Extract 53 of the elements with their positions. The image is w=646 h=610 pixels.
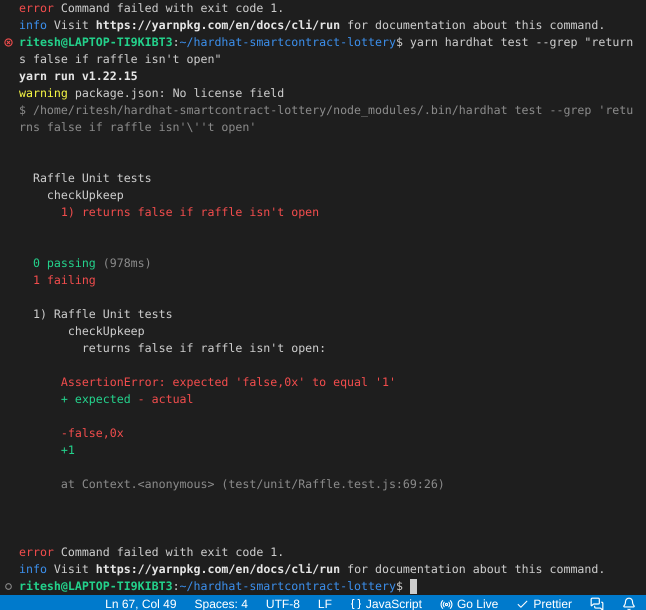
terminal-text: (978ms) [102, 256, 152, 270]
terminal-text: + expected [60, 392, 132, 406]
status-item[interactable]: LF [312, 595, 338, 610]
terminal-text: info [19, 562, 47, 576]
circle-icon[interactable] [5, 583, 12, 590]
feedback-icon[interactable] [590, 597, 604, 610]
terminal-text: $ /home/ritesh/hardhat-smartcontract-lottery/node_modules/.bin/hardhat test --grep 'retu [19, 103, 634, 117]
terminal-text: 0 passing [32, 256, 96, 270]
terminal-text: ritesh@LAPTOP-TI9KIBT3 [19, 579, 173, 593]
terminal-text: error [19, 545, 54, 559]
terminal-text: https://yarnpkg.com/en/docs/cli/run [96, 562, 340, 576]
prettier-status[interactable]: Prettier [510, 595, 578, 610]
terminal-text: Command failed with exit code 1. [60, 1, 284, 15]
terminal-text: Raffle Unit tests [32, 171, 152, 185]
terminal-text: Command failed with exit code 1. [60, 545, 284, 559]
terminal-text: warning [19, 86, 68, 100]
check-icon [516, 598, 530, 610]
terminal-text: 1) returns false if raffle isn't open [60, 205, 320, 219]
terminal-text: error [19, 1, 54, 15]
terminal-text: returns false if raffle isn't open: [80, 341, 326, 355]
go-live-status[interactable]: Go Live [434, 595, 504, 610]
terminal-text: : [172, 35, 180, 49]
terminal-text: info [19, 18, 47, 32]
terminal-text: package.json: No license field [74, 86, 284, 100]
terminal-text: checkUpkeep [46, 188, 124, 202]
terminal-text: +1 [60, 443, 75, 457]
terminal-text: ~/hardhat-smartcontract-lottery [180, 35, 396, 49]
terminal-text: ritesh@LAPTOP-TI9KIBT3 [19, 35, 173, 49]
broadcast-icon [440, 598, 453, 610]
terminal-text: checkUpkeep [66, 324, 145, 338]
terminal-text: $ [396, 579, 404, 593]
terminal-text: : [172, 579, 180, 593]
terminal-text: -false,0x [60, 426, 124, 440]
terminal-text: for documentation about this command. [346, 18, 606, 32]
error-circle-icon[interactable] [4, 38, 13, 47]
terminal-text: rns false if raffle isn'\''t open' [19, 120, 256, 134]
terminal-text: ~/hardhat-smartcontract-lottery [180, 579, 396, 593]
terminal-text: for documentation about this command. [346, 562, 606, 576]
terminal-text: AssertionError: expected 'false,0x' to equal '1' [60, 375, 396, 389]
terminal-text: 1 failing [32, 273, 96, 287]
status-item[interactable]: UTF-8 [260, 595, 306, 610]
terminal-text: - actual [138, 392, 194, 406]
notifications-icon[interactable] [622, 597, 636, 610]
status-item[interactable]: Ln 67, Col 49 [99, 595, 183, 610]
terminal-text: Visit [52, 562, 90, 576]
braces-icon [350, 598, 362, 610]
terminal-text: at Context.<anonymous> (test/unit/Raffle.test.js:69:26) [60, 477, 445, 491]
terminal-text: yarn run v1.22.15 [19, 69, 138, 83]
terminal-text: s false if raffle isn't open" [19, 52, 222, 66]
terminal-text: $ yarn hardhat test --grep "return [396, 35, 634, 49]
terminal-text: Visit [52, 18, 90, 32]
terminal-text: https://yarnpkg.com/en/docs/cli/run [96, 18, 340, 32]
terminal-text: 1) Raffle Unit tests [32, 307, 173, 321]
